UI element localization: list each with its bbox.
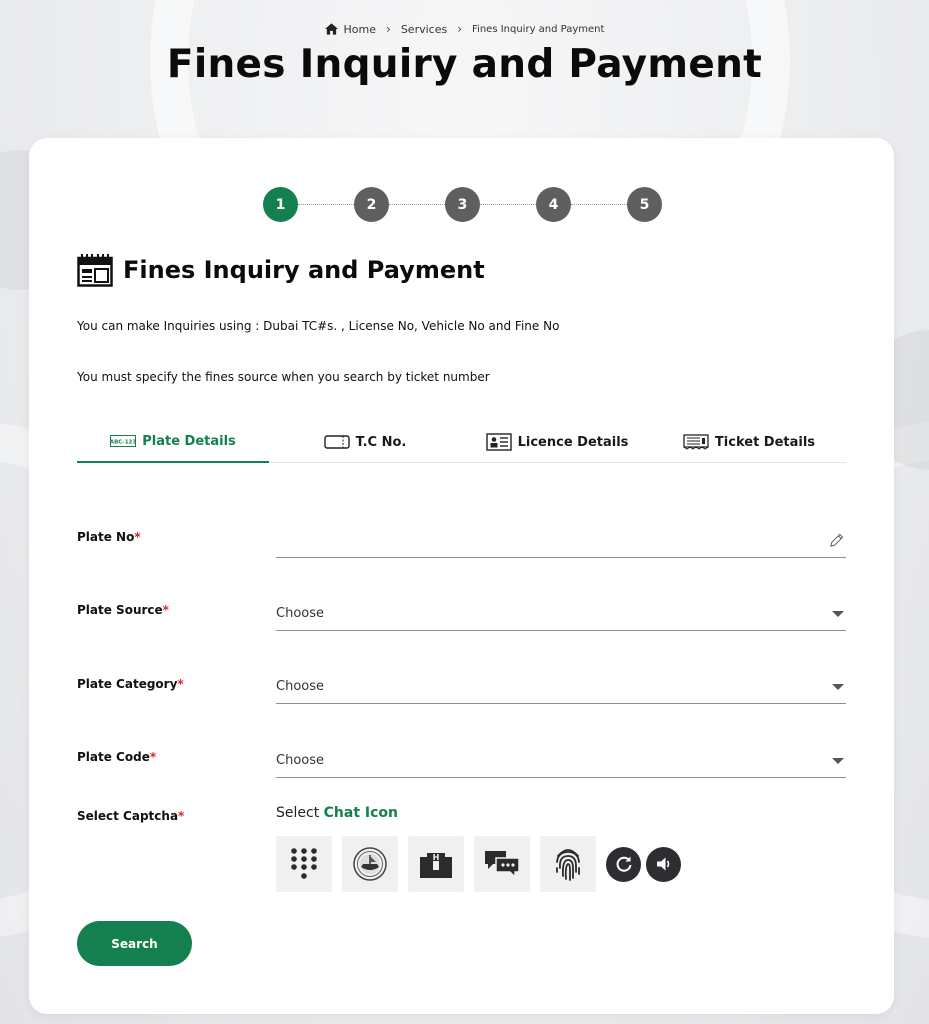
home-icon[interactable] (324, 23, 338, 35)
step-connector (389, 204, 445, 205)
plate-no-input[interactable] (276, 524, 846, 558)
breadcrumb: Home › Services › Fines Inquiry and Paym… (0, 22, 929, 36)
plate-source-row: Plate Source* Choose (77, 597, 846, 637)
captcha-label: Select Captcha* (77, 809, 185, 823)
stepper: 1 2 3 4 5 (263, 187, 662, 222)
tab-tc-no[interactable]: T.C No. (269, 423, 461, 461)
captcha-target: Chat Icon (323, 805, 399, 821)
captcha-options: H (276, 836, 681, 892)
page-title: Fines Inquiry and Payment (166, 42, 763, 87)
svg-text:H: H (433, 853, 440, 862)
refresh-icon (616, 856, 631, 872)
plate-no-row: Plate No* (77, 524, 846, 564)
tab-label: Plate Details (142, 433, 236, 449)
emblem-icon (353, 847, 387, 881)
captcha-option-fingerprint[interactable] (540, 836, 596, 892)
breadcrumb-home[interactable]: Home (344, 23, 376, 36)
captcha-option-chat[interactable] (474, 836, 530, 892)
tab-label: Licence Details (517, 434, 629, 450)
speaker-icon (656, 857, 669, 871)
step-4: 4 (536, 187, 571, 222)
pencil-icon (830, 533, 844, 547)
step-1: 1 (263, 187, 298, 222)
info-text-inquiry-methods: You can make Inquiries using : Dubai TC#… (77, 319, 560, 333)
ticket-icon (683, 434, 709, 450)
plate-code-label: Plate Code* (77, 750, 157, 764)
tab-label: T.C No. (355, 434, 407, 450)
info-text-fines-source: You must specify the fines source when y… (77, 370, 490, 384)
refresh-captcha-button[interactable] (606, 846, 641, 882)
keypad-icon (291, 848, 317, 879)
tab-licence-details[interactable]: Licence Details (461, 423, 653, 461)
breadcrumb-current: Fines Inquiry and Payment (472, 23, 605, 35)
step-5: 5 (627, 187, 662, 222)
breadcrumb-separator: › (457, 22, 463, 36)
chevron-down-icon (832, 610, 844, 617)
step-connector (571, 204, 627, 205)
chevron-down-icon (832, 683, 844, 690)
captcha-option-building[interactable]: H (408, 836, 464, 892)
plate-category-select[interactable]: Choose (276, 670, 846, 704)
tab-label: Ticket Details (714, 434, 816, 450)
step-connector (480, 204, 536, 205)
search-type-tabs: ABC-123 Plate Details T.C No. Licence De… (77, 423, 846, 463)
plate-icon: ABC-123 (110, 435, 137, 447)
audio-captcha-button[interactable] (646, 846, 681, 882)
breadcrumb-separator: › (386, 22, 391, 36)
breadcrumb-services[interactable]: Services (401, 23, 447, 36)
plate-code-select[interactable]: Choose (276, 744, 846, 778)
card-icon (323, 435, 350, 449)
plate-source-select[interactable]: Choose (276, 597, 846, 631)
plate-no-label: Plate No* (77, 530, 141, 544)
plate-code-row: Plate Code* Choose (77, 744, 846, 784)
calendar-icon (77, 254, 113, 287)
plate-source-label: Plate Source* (77, 603, 169, 617)
licence-icon (485, 433, 512, 451)
tab-ticket-details[interactable]: Ticket Details (653, 423, 845, 461)
section-title: Fines Inquiry and Payment (123, 256, 485, 284)
section-header: Fines Inquiry and Payment (77, 253, 485, 287)
step-connector (298, 204, 354, 205)
chevron-down-icon (832, 757, 844, 764)
plate-category-label: Plate Category* (77, 677, 184, 691)
captcha-prompt: Select Chat Icon (276, 805, 399, 821)
fingerprint-icon (556, 849, 580, 881)
captcha-option-emblem[interactable] (342, 836, 398, 892)
plate-category-row: Plate Category* Choose (77, 670, 846, 710)
tab-plate-details[interactable]: ABC-123 Plate Details (77, 423, 269, 463)
search-button[interactable]: Search (77, 921, 192, 966)
step-3: 3 (445, 187, 480, 222)
svg-text:ABC-123: ABC-123 (110, 439, 136, 445)
chat-icon (485, 851, 520, 879)
building-icon: H (420, 853, 452, 878)
captcha-option-keypad[interactable] (276, 836, 332, 892)
step-2: 2 (354, 187, 389, 222)
form-card: 1 2 3 4 5 Fines Inquiry and Payment You … (29, 138, 894, 1014)
